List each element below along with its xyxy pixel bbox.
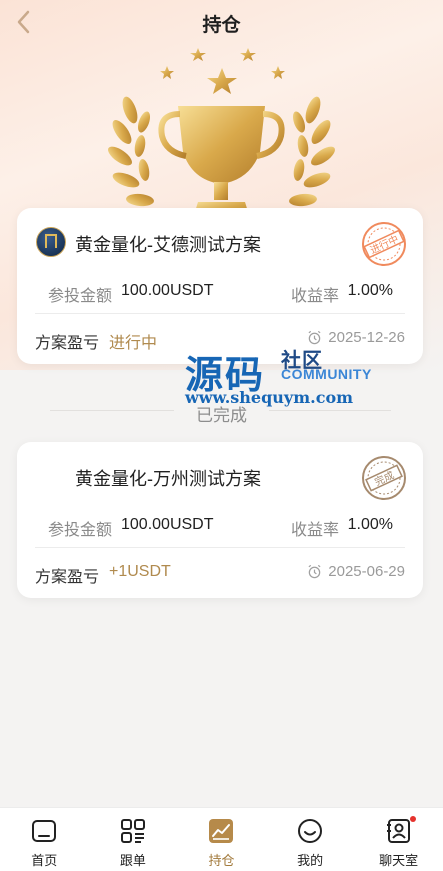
divider [35, 313, 405, 314]
plan-card-header: 黄金量化-艾德测试方案 进行中 [17, 208, 423, 274]
plan-card-header: 黄金量化-万州测试方案 完成 [17, 442, 423, 508]
rate-value: 1.00% [347, 516, 393, 533]
tab-label: 跟单 [119, 853, 146, 868]
plan-date: 2025-12-26 [307, 329, 405, 346]
tab-label: 持仓 [208, 853, 235, 868]
divider [35, 547, 405, 548]
tab-chat[interactable]: 聊天室 [354, 808, 443, 871]
chat-icon-wrap [386, 816, 416, 844]
completed-section-label: 已完成 [0, 401, 443, 426]
tab-label: 首页 [31, 853, 58, 868]
alarm-clock-icon [308, 330, 321, 345]
tab-label: 聊天室 [379, 853, 419, 868]
rate-label: 收益率 [290, 522, 339, 539]
tab-positions[interactable]: 持仓 [177, 808, 266, 871]
rate-value: 1.00% [347, 282, 393, 299]
date-text: 2025-06-29 [328, 563, 405, 580]
stamp-label: 进行中 [368, 232, 401, 256]
plan-date: 2025-06-29 [307, 563, 405, 580]
profit-value: +1USDT [109, 563, 171, 580]
profit-label: 方案盈亏 [35, 335, 100, 352]
plan-title: 黄金量化-万州测试方案 [75, 469, 261, 489]
amount-value: 100.00USDT [121, 516, 214, 533]
bottom-tab-bar: 首页 跟单 持仓 我的 聊天室 [0, 807, 443, 871]
plan-profit-row: 方案盈亏 +1USDT 2025-06-29 [17, 563, 423, 587]
chart-icon [209, 819, 234, 843]
alarm-clock-icon [308, 564, 321, 579]
trophy-icon [108, 48, 335, 218]
notification-badge [409, 816, 416, 822]
tab-label: 我的 [297, 853, 324, 868]
plan-logo-icon [36, 227, 66, 257]
profit-value: 进行中 [109, 335, 158, 352]
date-text: 2025-12-26 [328, 329, 405, 346]
amount-label: 参投金额 [48, 288, 113, 305]
tab-home[interactable]: 首页 [0, 808, 89, 871]
plan-amount-row: 参投金额 100.00USDT 收益率 1.00% [17, 280, 423, 305]
chat-icon [386, 819, 410, 843]
in-progress-stamp-icon: 进行中 [362, 222, 406, 266]
smile-icon [298, 819, 323, 843]
plan-card[interactable]: 黄金量化-艾德测试方案 进行中 参投金额 100.00USDT 收益率 1.00… [17, 208, 423, 364]
rate-label: 收益率 [290, 288, 339, 305]
plan-title: 黄金量化-艾德测试方案 [75, 235, 261, 255]
amount-label: 参投金额 [48, 522, 113, 539]
plan-amount-row: 参投金额 100.00USDT 收益率 1.00% [17, 514, 423, 539]
profit-label: 方案盈亏 [35, 569, 100, 586]
home-icon [32, 820, 57, 842]
plan-profit-row: 方案盈亏 进行中 2025-12-26 [17, 329, 423, 353]
page-title: 持仓 [202, 15, 241, 36]
plan-card[interactable]: 黄金量化-万州测试方案 完成 参投金额 100.00USDT 收益率 1.00%… [17, 442, 423, 598]
tab-follow[interactable]: 跟单 [89, 808, 178, 871]
amount-value: 100.00USDT [121, 282, 214, 299]
completed-stamp-icon: 完成 [362, 456, 406, 500]
tab-profile[interactable]: 我的 [266, 808, 355, 871]
grid-icon [120, 819, 145, 843]
